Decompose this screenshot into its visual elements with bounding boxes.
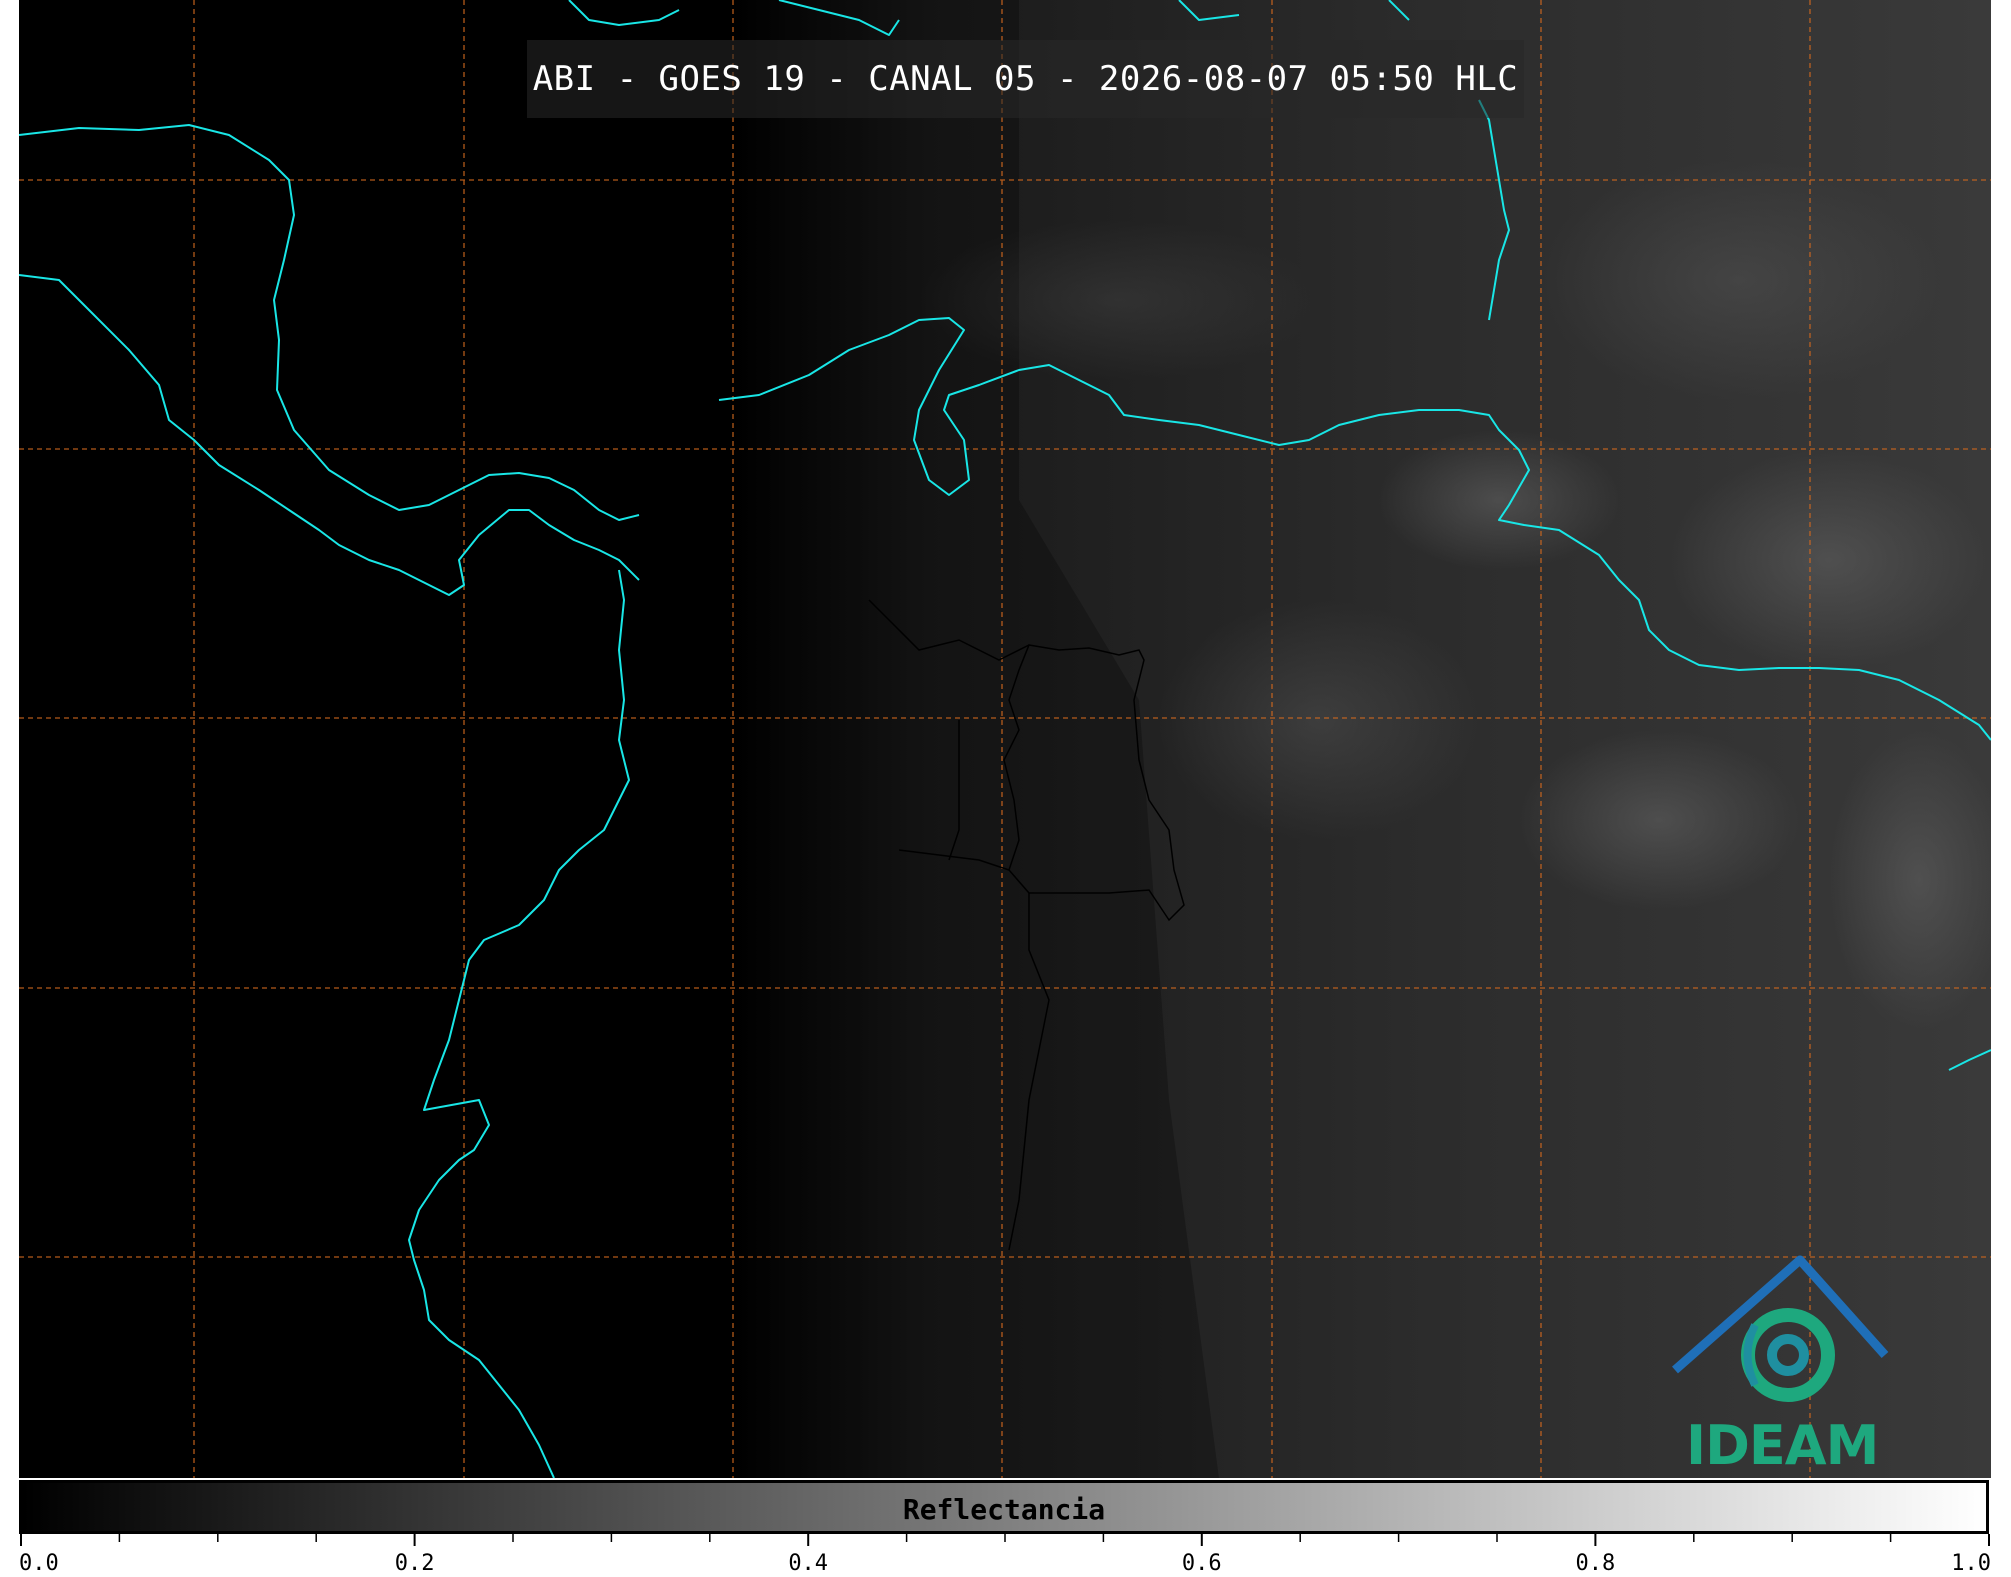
colorbar-tick-label: 0.0 xyxy=(19,1551,59,1576)
colorbar-tick-label: 1.0 xyxy=(1951,1551,1991,1576)
colorbar-label: Reflectancia xyxy=(902,1493,1106,1526)
map-title: ABI - GOES 19 - CANAL 05 - 2026-08-07 05… xyxy=(527,40,1524,118)
cloud-patch xyxy=(1159,600,1479,840)
colorbar-tick-label: 0.2 xyxy=(395,1551,435,1576)
colorbar-tick-label: 0.4 xyxy=(788,1551,828,1576)
colorbar: Reflectancia xyxy=(19,1480,1989,1534)
cloud-patch xyxy=(1539,160,1939,400)
cloud-patch xyxy=(1669,450,1989,670)
cloud-patch xyxy=(1379,430,1619,570)
colorbar-tick-label: 0.8 xyxy=(1576,1551,1616,1576)
cloud-patch xyxy=(919,220,1319,380)
colorbar-ticks: 0.0 0.2 0.4 0.6 0.8 1.0 xyxy=(19,1534,1991,1576)
logo-spiral-icon xyxy=(1741,1308,1835,1402)
colorbar-tick-label: 0.6 xyxy=(1182,1551,1222,1576)
logo-text: IDEAM xyxy=(1686,1414,1879,1477)
cloud-patch xyxy=(1519,730,1799,910)
